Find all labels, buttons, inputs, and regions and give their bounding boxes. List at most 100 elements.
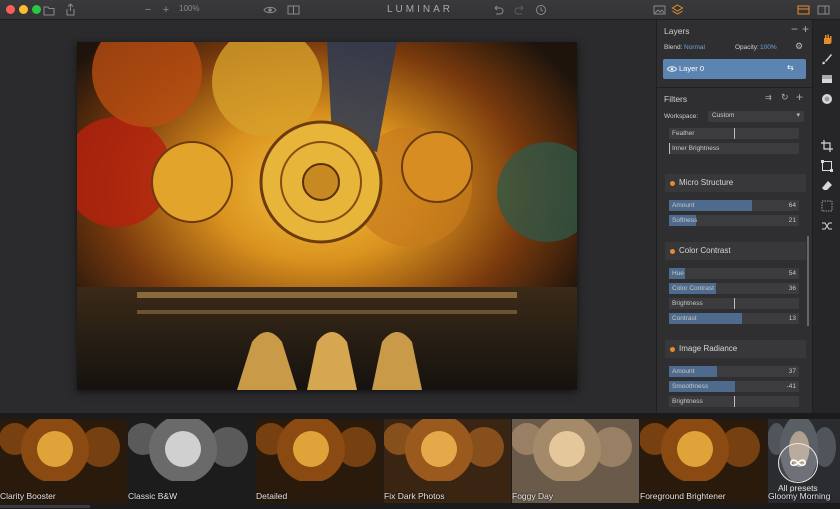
add-layer-button[interactable]: + xyxy=(802,22,809,36)
preset-label: Foreground Brightener xyxy=(640,491,726,501)
filters-list: Feather Inner Brightness Micro Structure Am… xyxy=(657,126,813,413)
slider-label: Smoothness xyxy=(672,383,709,390)
slider-value: 54 xyxy=(788,270,796,277)
layers-icon[interactable] xyxy=(671,3,684,17)
history-icon[interactable] xyxy=(535,3,547,17)
blend-label: Blend: xyxy=(664,44,683,51)
tool-strip xyxy=(812,20,840,413)
preset-fix-dark-photos[interactable]: Fix Dark Photos xyxy=(384,419,511,503)
slider-smoothness[interactable]: Smoothness -41 xyxy=(669,381,799,392)
filter-name: Micro Structure xyxy=(679,178,734,187)
panel-icon[interactable] xyxy=(797,3,810,17)
hand-icon[interactable] xyxy=(821,33,833,45)
title-bar: − + 100% LUMINAR xyxy=(0,0,840,20)
preset-foreground-brightener[interactable]: Foreground Brightener xyxy=(640,419,767,503)
slider-label: Softness xyxy=(672,217,698,224)
presets-scrollbar[interactable] xyxy=(0,505,90,508)
preset-foggy-day[interactable]: Foggy Day xyxy=(512,419,639,503)
visibility-icon[interactable] xyxy=(667,65,677,73)
layer-options-icon[interactable]: ⇆ xyxy=(787,63,794,72)
redo-icon[interactable] xyxy=(514,3,526,17)
preset-label: Fix Dark Photos xyxy=(384,491,445,501)
opacity-label: Opacity: xyxy=(735,44,759,51)
panel-right-icon[interactable] xyxy=(817,3,830,17)
filters-menu-icon[interactable]: ⇉ xyxy=(765,93,772,102)
slider-label: Contrast xyxy=(672,315,697,322)
filters-title: Filters xyxy=(664,94,688,104)
slider-contrast[interactable]: Contrast 13 xyxy=(669,313,799,324)
infinity-icon xyxy=(790,459,806,467)
preset-clarity-booster[interactable]: Clarity Booster xyxy=(0,419,127,503)
filters-refresh-icon[interactable]: ↻ xyxy=(781,92,789,103)
gear-icon[interactable]: ⚙ xyxy=(795,41,803,52)
preset-detailed[interactable]: Detailed xyxy=(256,419,383,503)
undo-icon[interactable] xyxy=(492,3,504,17)
scrollbar[interactable] xyxy=(807,236,809,326)
slider-softness[interactable]: Softness 21 xyxy=(669,215,799,226)
clone-icon[interactable] xyxy=(821,220,833,232)
presets-strip: Clarity Booster Classic B&W Detailed Fix Da… xyxy=(0,413,840,509)
slider-brightness[interactable]: Brightness xyxy=(669,396,799,407)
slider-label: Brightness xyxy=(672,300,703,307)
slider-label: Hue xyxy=(672,270,684,277)
workspace-select[interactable]: Custom ▾ xyxy=(708,111,804,122)
filter-name: Color Contrast xyxy=(679,246,731,255)
slider-label: Color Contrast xyxy=(672,285,714,292)
filter-active-dot[interactable] xyxy=(670,347,675,352)
slider-hue[interactable]: Hue 54 xyxy=(669,268,799,279)
slider-feather[interactable]: Feather xyxy=(669,128,799,139)
slider-value: 21 xyxy=(788,217,796,224)
slider-label: Feather xyxy=(672,130,695,137)
preset-label: Clarity Booster xyxy=(0,491,56,501)
layers-title: Layers xyxy=(664,26,690,36)
filter-header-color-contrast[interactable]: Color Contrast xyxy=(665,242,806,260)
slider-handle[interactable] xyxy=(734,396,735,407)
filter-name: Image Radiance xyxy=(679,344,738,353)
filter-active-dot[interactable] xyxy=(670,249,675,254)
chevron-down-icon: ▾ xyxy=(796,112,800,119)
layer-name: Layer 0 xyxy=(679,64,705,73)
slider-amount[interactable]: Amount 37 xyxy=(669,366,799,377)
photo-preview[interactable] xyxy=(77,42,577,390)
brush-icon[interactable] xyxy=(821,53,833,65)
slider-handle[interactable] xyxy=(669,143,670,154)
opacity-value[interactable]: 100% xyxy=(760,44,777,51)
eraser-icon[interactable] xyxy=(821,180,833,192)
divider xyxy=(657,87,813,88)
app-title: LUMINAR xyxy=(386,4,453,15)
filter-header-image-radiance[interactable]: Image Radiance xyxy=(665,340,806,358)
side-panel: Layers − + Blend: Normal Opacity: 100% ⚙… xyxy=(656,20,813,413)
slider-label: Inner Brightness xyxy=(672,145,720,152)
slider-label: Amount xyxy=(672,368,695,375)
slider-handle[interactable] xyxy=(734,298,735,309)
filter-header-micro-structure[interactable]: Micro Structure xyxy=(665,174,806,192)
slider-brightness[interactable]: Brightness xyxy=(669,298,799,309)
preset-label: Foggy Day xyxy=(512,491,554,501)
crop-icon[interactable] xyxy=(821,140,833,152)
slider-value: 37 xyxy=(788,368,796,375)
preset-classic-b-w[interactable]: Classic B&W xyxy=(128,419,255,503)
radial-icon[interactable] xyxy=(821,93,833,105)
filter-active-dot[interactable] xyxy=(670,181,675,186)
preset-label: Detailed xyxy=(256,491,288,501)
image-canvas[interactable] xyxy=(0,20,656,413)
slider-handle[interactable] xyxy=(734,128,735,139)
texture-icon[interactable] xyxy=(821,200,833,212)
transform-icon[interactable] xyxy=(821,160,833,172)
all-presets-label[interactable]: All presets xyxy=(778,483,818,493)
slider-color-contrast[interactable]: Color Contrast 36 xyxy=(669,283,799,294)
slider-label: Brightness xyxy=(672,398,703,405)
slider-inner-brightness[interactable]: Inner Brightness xyxy=(669,143,799,154)
gradient-icon[interactable] xyxy=(821,73,833,85)
slider-amount[interactable]: Amount 64 xyxy=(669,200,799,211)
layer-row[interactable]: Layer 0 ⇆ xyxy=(663,59,806,79)
slider-value: -41 xyxy=(786,383,796,390)
slider-value: 36 xyxy=(788,285,796,292)
blend-value[interactable]: Normal xyxy=(684,44,705,51)
add-filter-button[interactable]: + xyxy=(796,90,803,104)
all-presets-button[interactable] xyxy=(778,443,818,483)
remove-layer-button[interactable]: − xyxy=(791,22,798,36)
slider-value: 13 xyxy=(788,315,796,322)
luminar-window: − + 100% LUMINAR Layers − + Blend: Norma… xyxy=(0,0,840,509)
image-icon[interactable] xyxy=(653,3,666,17)
